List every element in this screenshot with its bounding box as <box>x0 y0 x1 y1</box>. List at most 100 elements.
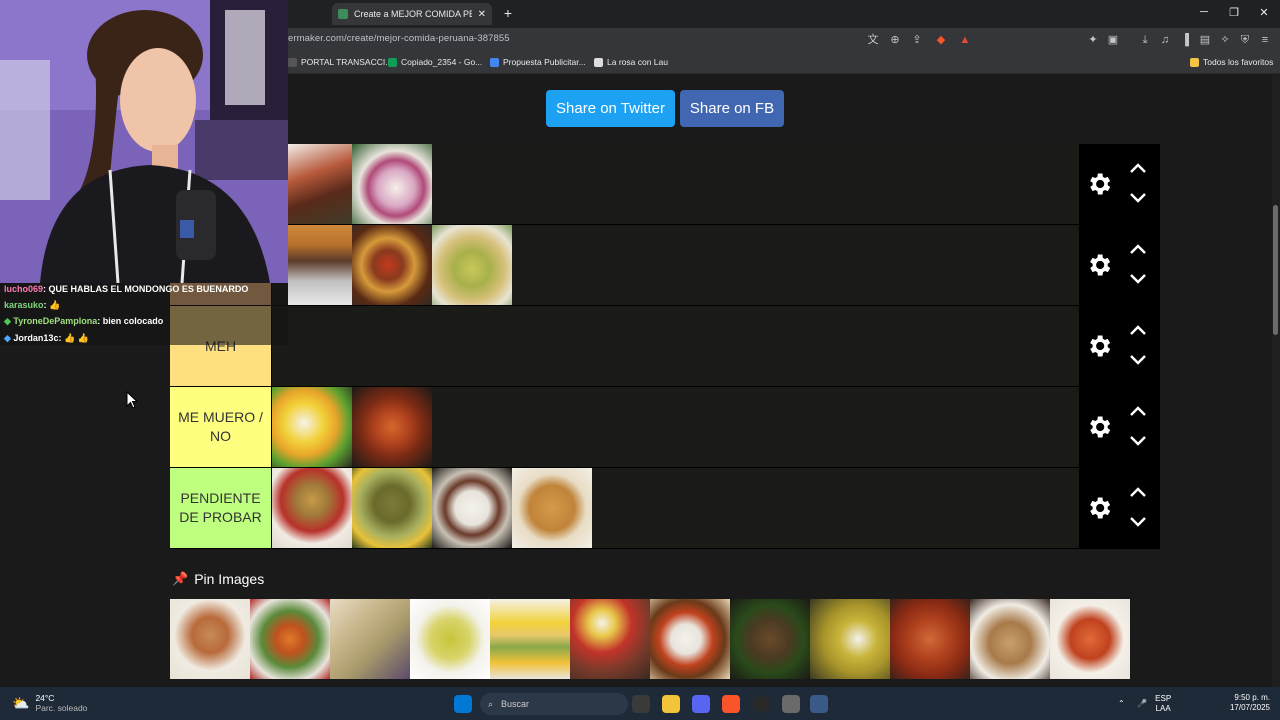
tier-row: MEH <box>170 306 1160 386</box>
share-facebook-button[interactable]: Share on FB <box>680 90 784 127</box>
menu-icon[interactable]: ≡ <box>1258 33 1272 47</box>
tier-row <box>170 225 1160 305</box>
share-twitter-button[interactable]: Share on Twitter <box>546 90 675 127</box>
food-image-empanada[interactable] <box>512 468 592 548</box>
wallet-icon[interactable]: ▤ <box>1198 33 1212 47</box>
language-indicator[interactable]: ESP LAA <box>1155 694 1171 714</box>
brave-rewards-icon[interactable]: ▲ <box>958 33 972 47</box>
brave-shield-icon[interactable]: ◆ <box>934 33 948 47</box>
brave-browser-icon[interactable] <box>722 695 740 713</box>
minimize-icon[interactable]: ─ <box>1196 6 1212 18</box>
bookmark-item[interactable]: Propuesta Publicitar... <box>490 57 586 67</box>
webcam-feed <box>0 0 288 283</box>
close-tab-icon[interactable]: ✕ <box>478 9 486 20</box>
settings-gear-icon[interactable] <box>1085 413 1113 441</box>
pool-image[interactable] <box>970 599 1050 679</box>
task-view-icon[interactable] <box>632 695 650 713</box>
download-icon[interactable]: ⤓ <box>1138 33 1152 47</box>
app-icon[interactable] <box>810 695 828 713</box>
chat-badge-icon: ◆ <box>4 316 14 326</box>
bookmark-item[interactable]: Copiado_2354 - Go... <box>388 57 482 67</box>
settings-gear-icon[interactable] <box>1085 170 1113 198</box>
webcam-overlay <box>0 0 288 283</box>
microphone-icon[interactable]: 🎤 <box>1137 699 1147 708</box>
sidebar-icon[interactable]: ▐ <box>1178 33 1192 47</box>
system-tray[interactable]: ⌃ 🎤 ESP LAA <box>1118 694 1171 714</box>
move-up-chevron-icon[interactable] <box>1129 324 1147 336</box>
pool-image[interactable] <box>250 599 330 679</box>
pool-image[interactable] <box>650 599 730 679</box>
pool-image[interactable] <box>170 599 250 679</box>
chevron-up-icon[interactable]: ⌃ <box>1118 699 1125 708</box>
food-image-arroz-chaufa[interactable] <box>432 468 512 548</box>
move-down-chevron-icon[interactable] <box>1129 354 1147 366</box>
pool-image[interactable] <box>1050 599 1130 679</box>
file-explorer-icon[interactable] <box>662 695 680 713</box>
food-image-tamal[interactable] <box>352 468 432 548</box>
extensions-icon[interactable]: ✦ <box>1086 33 1100 47</box>
chat-badge-icon: ◆ <box>4 333 14 343</box>
tier-label[interactable]: ME MUERO / NO <box>170 387 271 467</box>
tier-items[interactable] <box>272 387 1079 467</box>
settings-gear-icon[interactable] <box>1085 494 1113 522</box>
discord-icon[interactable] <box>692 695 710 713</box>
move-down-chevron-icon[interactable] <box>1129 273 1147 285</box>
pool-image[interactable] <box>730 599 810 679</box>
move-up-chevron-icon[interactable] <box>1129 243 1147 255</box>
close-window-icon[interactable]: ✕ <box>1256 6 1272 19</box>
chat-message: lucho069: QUE HABLAS EL MONDONGO ES BUEN… <box>4 284 248 294</box>
move-up-chevron-icon[interactable] <box>1129 405 1147 417</box>
leo-ai-icon[interactable]: ✧ <box>1218 33 1232 47</box>
translate-icon[interactable]: 文 <box>866 33 880 47</box>
pool-image[interactable] <box>890 599 970 679</box>
move-down-chevron-icon[interactable] <box>1129 192 1147 204</box>
screenshot-icon[interactable]: ▣ <box>1106 33 1120 47</box>
move-down-chevron-icon[interactable] <box>1129 435 1147 447</box>
obs-icon[interactable] <box>752 695 770 713</box>
app-icon[interactable] <box>782 695 800 713</box>
weather-widget[interactable]: ⛅ 24°C Parc. soleado <box>12 693 87 713</box>
food-image-tallarin-saltado[interactable] <box>352 225 432 305</box>
move-down-chevron-icon[interactable] <box>1129 516 1147 528</box>
zoom-icon[interactable]: ⊕ <box>888 33 902 47</box>
pool-image[interactable] <box>810 599 890 679</box>
browser-tab[interactable]: Create a MEJOR COMIDA PERUA ✕ <box>332 3 492 25</box>
pin-images-heading: 📌 Pin Images <box>172 571 265 587</box>
move-up-chevron-icon[interactable] <box>1129 486 1147 498</box>
music-icon[interactable]: ♫ <box>1158 33 1172 47</box>
tab-favicon-icon <box>338 9 348 19</box>
move-up-chevron-icon[interactable] <box>1129 162 1147 174</box>
bookmark-item[interactable]: La rosa con Lau <box>594 57 668 67</box>
sheets-icon <box>388 57 397 67</box>
restore-icon[interactable]: ❐ <box>1226 6 1242 19</box>
scrollbar-thumb[interactable] <box>1273 205 1278 335</box>
pool-image[interactable] <box>330 599 410 679</box>
bookmark-item[interactable]: PORTAL TRANSACCI... <box>288 57 392 67</box>
settings-gear-icon[interactable] <box>1085 332 1113 360</box>
tier-items[interactable] <box>272 306 1079 386</box>
food-image-ceviche[interactable] <box>352 144 432 224</box>
windows-start-icon[interactable] <box>454 695 472 713</box>
taskbar-search[interactable]: ⌕ Buscar <box>480 693 628 715</box>
tier-items[interactable] <box>272 225 1079 305</box>
all-bookmarks[interactable]: Todos los favoritos <box>1190 57 1273 67</box>
tier-items[interactable] <box>272 468 1079 548</box>
food-image-pachamanca[interactable] <box>272 387 352 467</box>
pool-image[interactable] <box>570 599 650 679</box>
pool-image[interactable] <box>490 599 570 679</box>
food-image-relleno[interactable] <box>272 468 352 548</box>
tier-label[interactable]: PENDIENTE DE PROBAR <box>170 468 271 548</box>
chat-username: karasuko <box>4 300 44 310</box>
taskbar-clock[interactable]: 9:50 p. m. 17/07/2025 <box>1226 693 1270 713</box>
settings-gear-icon[interactable] <box>1085 251 1113 279</box>
pool-image[interactable] <box>410 599 490 679</box>
new-tab-button[interactable]: + <box>500 5 516 21</box>
scrollbar[interactable] <box>1272 75 1280 687</box>
tier-items[interactable] <box>272 144 1079 224</box>
chat-text: : bien colocado <box>97 316 164 326</box>
food-image-chupe-mariscos[interactable] <box>352 387 432 467</box>
share-page-icon[interactable]: ⇪ <box>910 33 924 47</box>
url-field[interactable]: ermaker.com/create/mejor-comida-peruana-… <box>288 33 510 44</box>
food-image-arroz-verde[interactable] <box>432 225 512 305</box>
vpn-icon[interactable]: ⛨ <box>1238 33 1252 47</box>
